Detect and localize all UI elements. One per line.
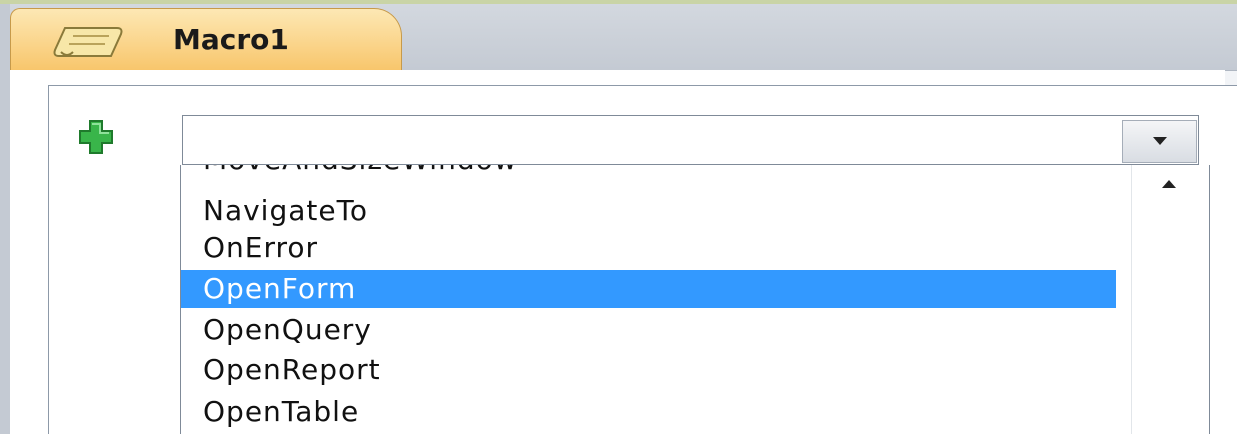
green-plus-icon[interactable] bbox=[78, 119, 114, 155]
add-action-combobox[interactable] bbox=[182, 115, 1199, 165]
chevron-up-icon[interactable] bbox=[1162, 180, 1176, 188]
list-item-moveandsizewindow[interactable]: MoveAndSizeWindow bbox=[181, 165, 1116, 179]
macro-scroll-icon bbox=[53, 27, 123, 57]
list-item-openquery[interactable]: OpenQuery bbox=[181, 311, 1116, 349]
list-item-onerror[interactable]: OnError bbox=[181, 229, 1116, 267]
action-dropdown-list[interactable]: MoveAndSizeWindow NavigateTo OnError Ope… bbox=[180, 165, 1210, 434]
left-border bbox=[0, 4, 10, 434]
tab-title: Macro1 bbox=[173, 23, 289, 56]
tab-macro1[interactable]: Macro1 bbox=[10, 8, 402, 70]
macro-designer-window: Macro1 MoveAndSizeWindow NavigateTo OnEr… bbox=[0, 0, 1237, 434]
list-item-openreport[interactable]: OpenReport bbox=[181, 351, 1116, 389]
action-combo-input[interactable] bbox=[183, 116, 1118, 164]
list-item-openform[interactable]: OpenForm bbox=[181, 270, 1116, 308]
dropdown-button[interactable] bbox=[1122, 120, 1197, 163]
list-item-navigateto[interactable]: NavigateTo bbox=[181, 192, 1116, 230]
list-scrollbar[interactable] bbox=[1131, 165, 1207, 434]
chevron-down-icon bbox=[1153, 137, 1167, 145]
list-item-opentable[interactable]: OpenTable bbox=[181, 393, 1116, 431]
